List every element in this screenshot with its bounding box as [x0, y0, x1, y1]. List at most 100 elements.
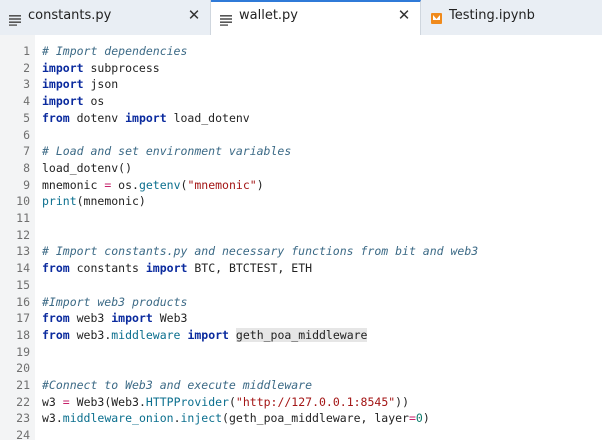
code-line[interactable]: 19 [0, 344, 602, 361]
code-line[interactable]: 5 from dotenv import load_dotenv [0, 110, 602, 127]
code-token: #Connect to Web3 and execute middleware [42, 378, 313, 392]
code-token: = [62, 394, 70, 409]
line-number: 19 [16, 344, 30, 359]
code-token: . [173, 411, 181, 426]
code-text: #Import web3 products [42, 294, 187, 311]
code-token: ( [228, 394, 236, 409]
code-line[interactable]: 9 mnemonic = os.getenv("mnemonic") [0, 177, 602, 194]
tab-label: Testing.ipynb [449, 8, 535, 23]
code-line[interactable]: 6 [0, 127, 602, 144]
code-line[interactable]: 20 [0, 360, 602, 377]
code-line[interactable]: 8 load_dotenv() [0, 160, 602, 177]
code-token: BTC, BTCTEST, ETH [187, 261, 313, 276]
code-token: "mnemonic" [187, 177, 257, 192]
code-token: import [111, 311, 153, 326]
code-token: load_dotenv [166, 110, 250, 125]
code-text: # Import constants.py and necessary func… [42, 243, 478, 260]
code-text: from web3 import Web3 [42, 310, 187, 327]
code-text: w3.middleware_onion.inject(geth_poa_midd… [42, 410, 430, 427]
code-line[interactable]: 4 import os [0, 93, 602, 110]
code-token: dotenv [69, 110, 126, 125]
line-number: 4 [23, 94, 30, 109]
code-text: #Connect to Web3 and execute middleware [42, 377, 312, 394]
code-text: load_dotenv() [42, 160, 132, 177]
line-number: 22 [16, 394, 30, 409]
code-token: load_dotenv() [42, 160, 133, 175]
code-line[interactable]: 13 # Import constants.py and necessary fu… [0, 243, 602, 260]
code-token: json [83, 77, 119, 92]
code-token: import [42, 60, 84, 75]
code-text: from dotenv import load_dotenv [42, 110, 250, 127]
code-line[interactable]: 18 from web3.middleware import geth_poa_m… [0, 327, 602, 344]
code-token: HTTPProvider [145, 394, 229, 409]
line-number: 23 [16, 411, 30, 426]
code-line[interactable]: 17 from web3 import Web3 [0, 310, 602, 327]
code-line[interactable]: 22 w3 = Web3(Web3.HTTPProvider("http://12… [0, 394, 602, 411]
line-number: 9 [23, 177, 30, 192]
code-token: inject [180, 411, 223, 426]
code-line[interactable]: 16 #Import web3 products [0, 294, 602, 311]
code-text: import json [42, 76, 118, 93]
code-token: w3 [42, 394, 63, 409]
line-number: 11 [16, 211, 30, 225]
line-number: 20 [16, 361, 30, 376]
code-line[interactable]: 1 # Import dependencies [0, 43, 602, 60]
line-number: 1 [23, 44, 30, 58]
close-icon[interactable]: ✕ [186, 7, 202, 23]
code-token: w3. [42, 411, 63, 426]
code-text: mnemonic = os.getenv("mnemonic") [42, 177, 264, 194]
code-text: from web3.middleware import geth_poa_mid… [42, 327, 368, 344]
code-editor[interactable]: 1 # Import dependencies 2 import subprocess… [0, 35, 602, 442]
code-line[interactable]: 21 #Connect to Web3 and execute middlewar… [0, 377, 602, 394]
code-line[interactable]: 14 from constants import BTC, BTCTEST, ET… [0, 260, 602, 277]
tab-constants-py[interactable]: constants.py ✕ [0, 0, 211, 35]
line-number: 8 [23, 160, 30, 175]
code-text: w3 = Web3(Web3.HTTPProvider("http://127.… [42, 394, 409, 411]
python-file-icon [219, 11, 233, 26]
code-token: ) [422, 411, 430, 426]
code-text: import os [42, 93, 104, 110]
code-token: from [42, 261, 70, 276]
code-token: Web3(Web3. [69, 394, 146, 409]
code-line[interactable]: 23 w3.middleware_onion.inject(geth_poa_mi… [0, 410, 602, 427]
code-token: import [187, 327, 229, 342]
line-number: 7 [23, 144, 30, 159]
code-token: subprocess [83, 60, 160, 75]
code-text: # Load and set environment variables [42, 143, 291, 160]
code-line[interactable]: 15 [0, 277, 602, 294]
code-token: 0 [415, 411, 423, 426]
code-token: web3 [69, 311, 112, 326]
line-number: 18 [16, 327, 30, 342]
code-text: from constants import BTC, BTCTEST, ETH [42, 260, 312, 277]
tab-wallet-py[interactable]: wallet.py ✕ [211, 0, 421, 36]
line-number: 6 [23, 127, 30, 142]
code-token: Web3 [152, 311, 188, 326]
code-line[interactable]: 2 import subprocess [0, 60, 602, 77]
notebook-icon [430, 10, 444, 24]
code-token: (mnemonic) [76, 194, 146, 209]
code-token: ) [256, 177, 264, 192]
code-text: import subprocess [42, 60, 160, 77]
code-line[interactable]: 12 [0, 227, 602, 244]
code-token: middleware [111, 327, 181, 342]
code-token: import [145, 261, 188, 276]
close-icon[interactable]: ✕ [396, 7, 412, 23]
tab-bar: constants.py ✕ wallet.py ✕ Testing.ipynb [0, 0, 602, 36]
code-line[interactable]: 10 print(mnemonic) [0, 193, 602, 210]
line-number: 12 [16, 227, 30, 242]
line-number: 10 [16, 194, 30, 209]
code-token: mnemonic [42, 177, 105, 192]
code-token: = [408, 411, 416, 426]
code-token: constants [69, 261, 146, 276]
tab-testing-ipynb[interactable]: Testing.ipynb [421, 0, 602, 35]
code-line[interactable]: 11 [0, 210, 602, 227]
code-token: import [42, 77, 84, 92]
code-line[interactable]: 24 [0, 427, 602, 444]
code-token: middleware_onion [62, 411, 174, 426]
code-token: from [42, 110, 70, 125]
code-line[interactable]: 3 import json [0, 76, 602, 93]
code-text: print(mnemonic) [42, 193, 146, 210]
code-line[interactable]: 7 # Load and set environment variables [0, 143, 602, 160]
code-token: import [125, 110, 167, 125]
line-number: 15 [16, 277, 30, 292]
